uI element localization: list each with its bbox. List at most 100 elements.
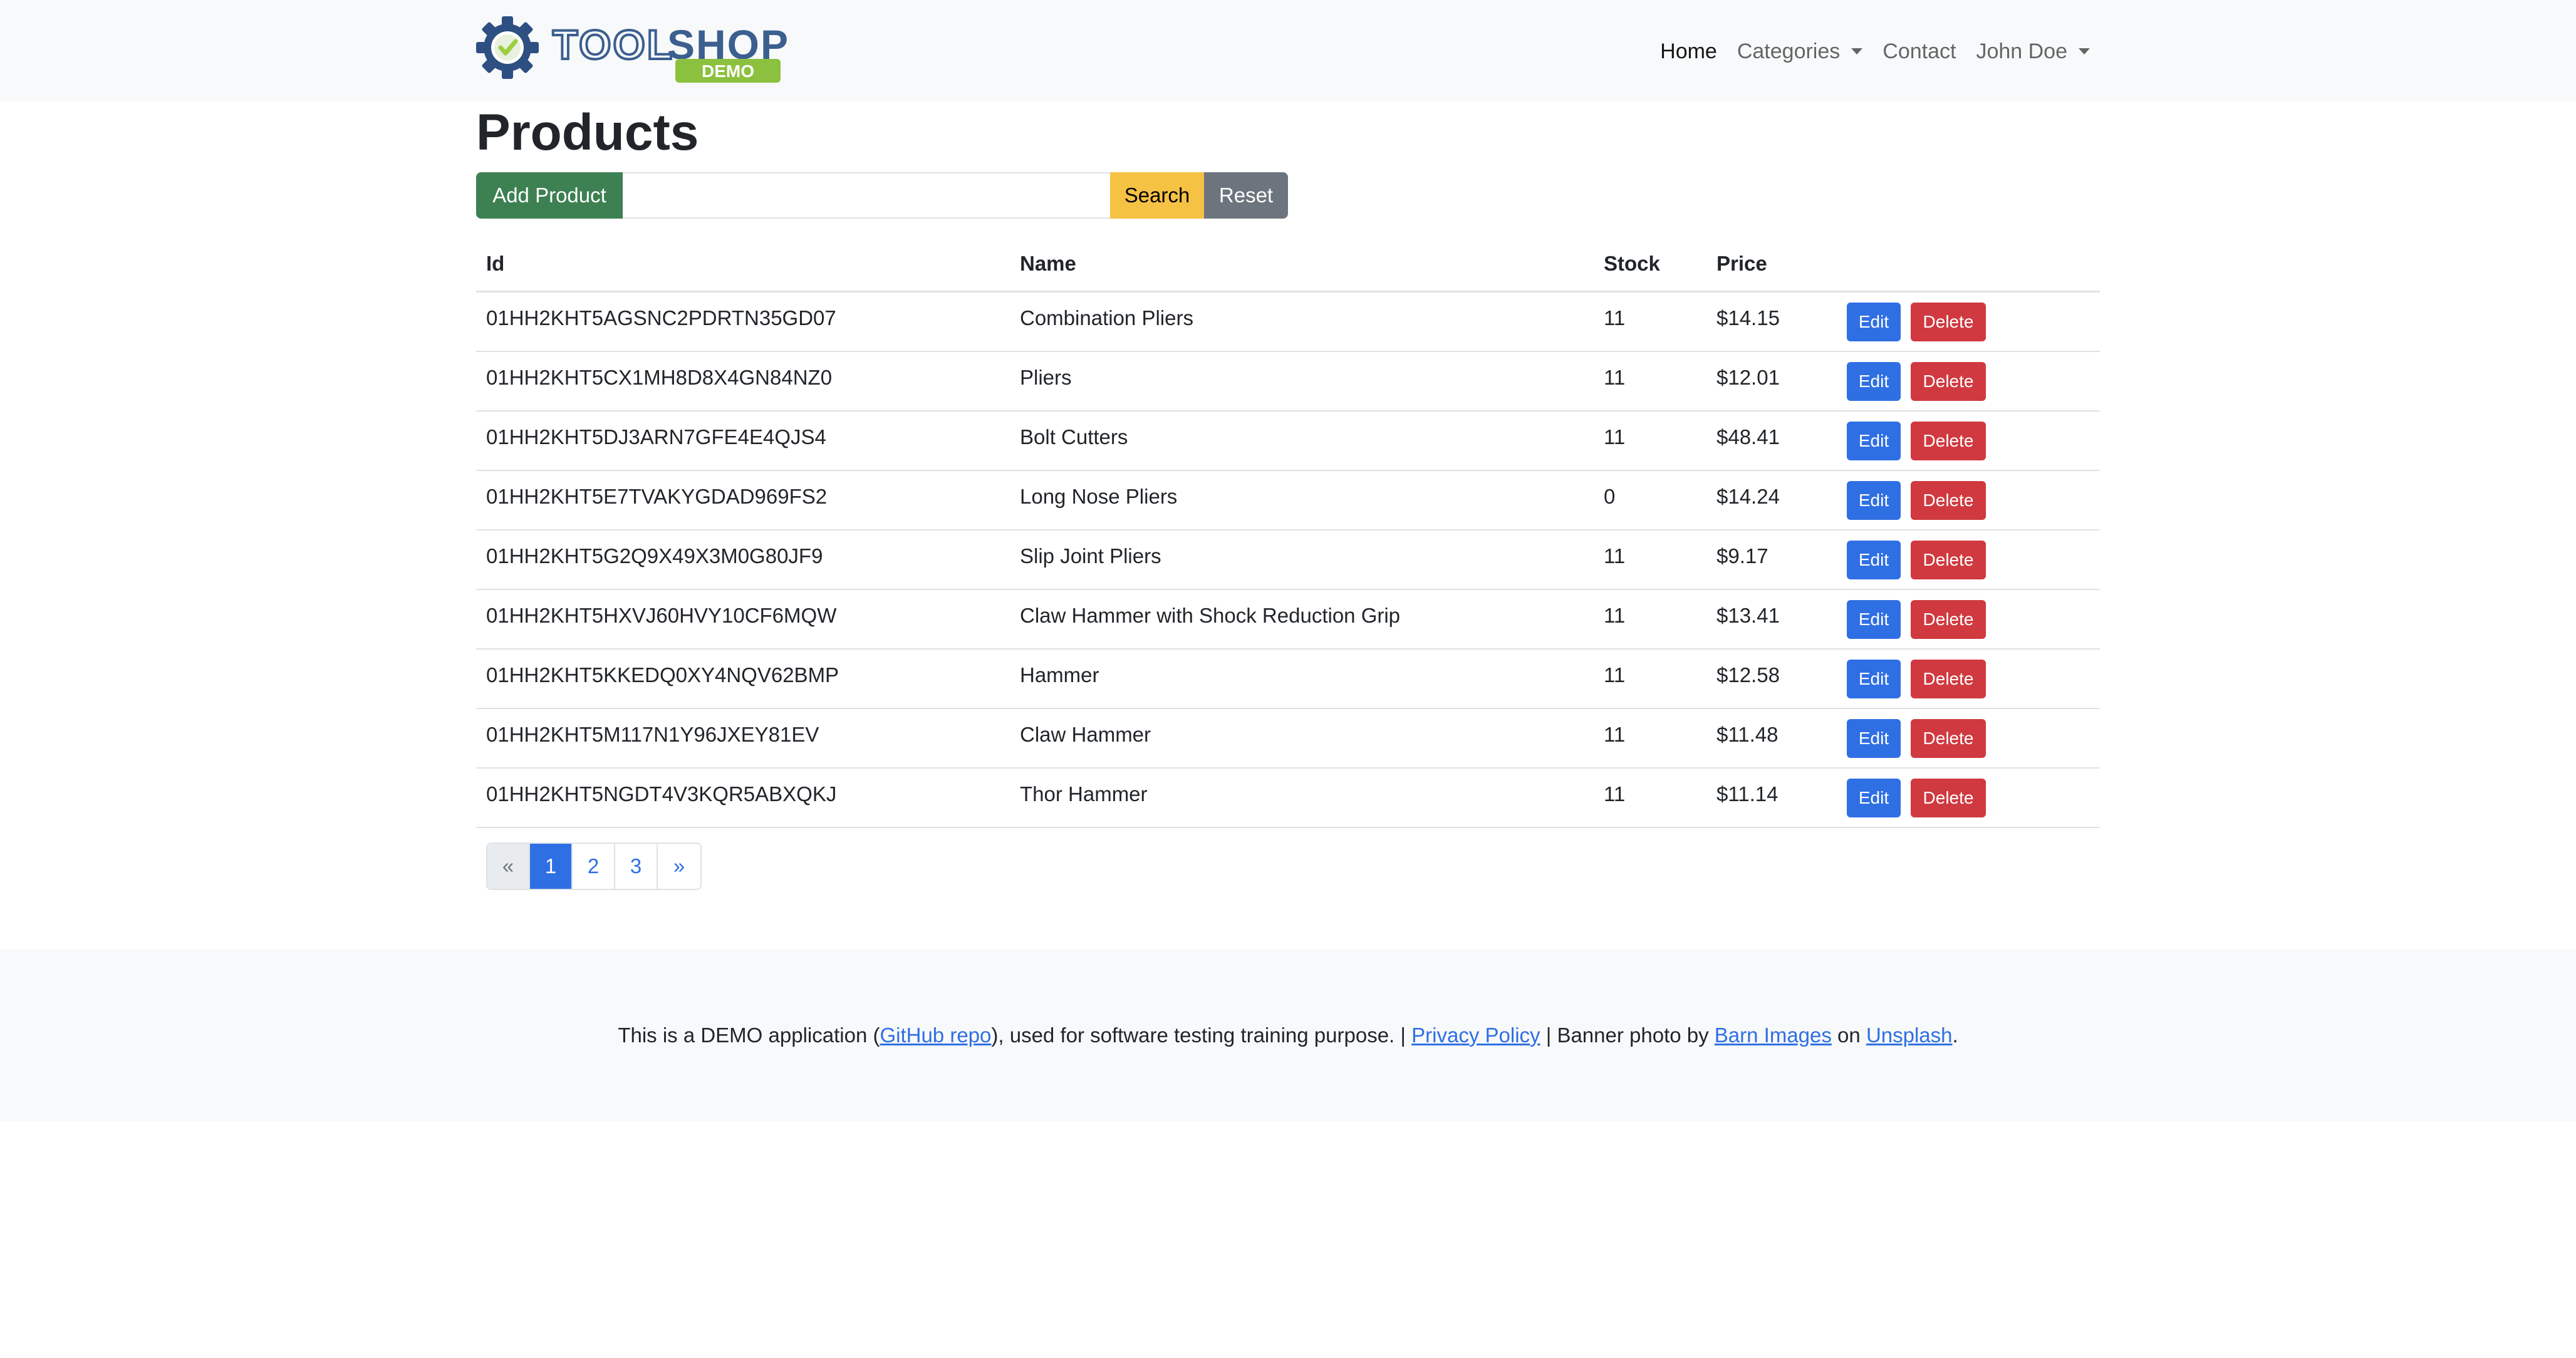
table-row: 01HH2KHT5CX1MH8D8X4GN84NZ0 Pliers 11 $12.01… (476, 351, 2100, 412)
pagination-page-1[interactable]: 1 (530, 844, 573, 889)
delete-button[interactable]: Delete (1911, 421, 1986, 460)
product-stock: 11 (1594, 708, 1706, 769)
search-button[interactable]: Search (1110, 172, 1204, 219)
chevron-down-icon (2079, 48, 2090, 54)
pagination-page-2[interactable]: 2 (573, 844, 615, 889)
product-id: 01HH2KHT5M117N1Y96JXEY81EV (476, 708, 1010, 769)
product-price: $13.41 (1706, 589, 1837, 650)
product-name: Thor Hammer (1010, 768, 1594, 828)
edit-button[interactable]: Edit (1847, 480, 1901, 520)
product-stock: 11 (1594, 351, 1706, 412)
edit-button[interactable]: Edit (1847, 659, 1901, 698)
delete-button[interactable]: Delete (1911, 361, 1986, 401)
product-name: Bolt Cutters (1010, 411, 1594, 471)
product-name: Slip Joint Pliers (1010, 530, 1594, 590)
product-actions: Edit Delete (1837, 649, 2100, 709)
header-id: Id (476, 237, 1010, 293)
edit-button[interactable]: Edit (1847, 540, 1901, 579)
table-row: 01HH2KHT5E7TVAKYGDAD969FS2 Long Nose Plie… (476, 470, 2100, 531)
nav-contact[interactable]: Contact (1883, 39, 1956, 64)
products-table: Id Name Stock Price 01HH2KHT5AGSNC2PDRTN… (476, 237, 2100, 828)
product-price: $12.01 (1706, 351, 1837, 412)
product-id: 01HH2KHT5G2Q9X49X3M0G80JF9 (476, 530, 1010, 590)
search-form: Add Product Search Reset (476, 172, 1288, 219)
navbar: TOOL SHOP DEMO Home Categories Contact J… (0, 0, 2576, 101)
page: TOOL SHOP DEMO Home Categories Contact J… (0, 0, 2576, 1358)
table-row: 01HH2KHT5M117N1Y96JXEY81EV Claw Hammer 11 $… (476, 708, 2100, 769)
product-stock: 11 (1594, 411, 1706, 471)
product-price: $14.15 (1706, 291, 1837, 352)
edit-button[interactable]: Edit (1847, 302, 1901, 341)
edit-button[interactable]: Edit (1847, 421, 1901, 460)
delete-button[interactable]: Delete (1911, 659, 1986, 698)
product-actions: Edit Delete (1837, 351, 2100, 412)
delete-button[interactable]: Delete (1911, 718, 1986, 758)
header-name: Name (1010, 237, 1594, 293)
product-actions: Edit Delete (1837, 470, 2100, 531)
product-name: Claw Hammer (1010, 708, 1594, 769)
add-product-button[interactable]: Add Product (476, 172, 623, 219)
product-stock: 0 (1594, 470, 1706, 531)
delete-button[interactable]: Delete (1911, 480, 1986, 520)
product-name: Long Nose Pliers (1010, 470, 1594, 531)
product-price: $9.17 (1706, 530, 1837, 590)
product-name: Claw Hammer with Shock Reduction Grip (1010, 589, 1594, 650)
delete-button[interactable]: Delete (1911, 778, 1986, 817)
product-id: 01HH2KHT5E7TVAKYGDAD969FS2 (476, 470, 1010, 531)
product-actions: Edit Delete (1837, 530, 2100, 590)
product-actions: Edit Delete (1837, 291, 2100, 352)
brand-badge-label: DEMO (702, 61, 754, 81)
brand-name-tool: TOOL (553, 21, 674, 68)
nav-menu: Home Categories Contact John Doe (1660, 33, 2090, 70)
barn-images-link[interactable]: Barn Images (1715, 1024, 1832, 1047)
table-row: 01HH2KHT5G2Q9X49X3M0G80JF9 Slip Joint Pli… (476, 530, 2100, 590)
delete-button[interactable]: Delete (1911, 302, 1986, 341)
pagination-next[interactable]: » (658, 844, 700, 889)
product-id: 01HH2KHT5DJ3ARN7GFE4E4QJS4 (476, 411, 1010, 471)
nav-home[interactable]: Home (1660, 39, 1717, 64)
table-row: 01HH2KHT5AGSNC2PDRTN35GD07 Combination Pl… (476, 291, 2100, 352)
unsplash-link[interactable]: Unsplash (1866, 1024, 1953, 1047)
product-id: 01HH2KHT5NGDT4V3KQR5ABXQKJ (476, 768, 1010, 828)
product-actions: Edit Delete (1837, 589, 2100, 650)
footer: This is a DEMO application (GitHub repo)… (0, 949, 2576, 1121)
product-name: Hammer (1010, 649, 1594, 709)
brand-logo[interactable]: TOOL SHOP DEMO (476, 15, 789, 85)
product-id: 01HH2KHT5CX1MH8D8X4GN84NZ0 (476, 351, 1010, 412)
product-id: 01HH2KHT5HXVJ60HVY10CF6MQW (476, 589, 1010, 650)
edit-button[interactable]: Edit (1847, 361, 1901, 401)
delete-button[interactable]: Delete (1911, 599, 1986, 639)
privacy-policy-link[interactable]: Privacy Policy (1411, 1024, 1540, 1047)
toolshop-logo: TOOL SHOP DEMO (476, 16, 788, 83)
header-stock: Stock (1594, 237, 1706, 293)
page-title: Products (476, 104, 699, 161)
edit-button[interactable]: Edit (1847, 718, 1901, 758)
product-price: $11.14 (1706, 768, 1837, 828)
table-row: 01HH2KHT5HXVJ60HVY10CF6MQW Claw Hammer wi… (476, 589, 2100, 650)
pagination-prev[interactable]: « (487, 844, 530, 889)
product-price: $12.58 (1706, 649, 1837, 709)
product-stock: 11 (1594, 530, 1706, 590)
table-row: 01HH2KHT5DJ3ARN7GFE4E4QJS4 Bolt Cutters 11… (476, 411, 2100, 471)
product-actions: Edit Delete (1837, 411, 2100, 471)
table-row: 01HH2KHT5NGDT4V3KQR5ABXQKJ Thor Hammer 11 $… (476, 768, 2100, 828)
edit-button[interactable]: Edit (1847, 599, 1901, 639)
search-input[interactable] (623, 172, 1110, 219)
github-repo-link[interactable]: GitHub repo (880, 1024, 991, 1047)
product-actions: Edit Delete (1837, 708, 2100, 769)
product-price: $11.48 (1706, 708, 1837, 769)
nav-categories-dropdown[interactable]: Categories (1737, 39, 1863, 64)
nav-user-dropdown[interactable]: John Doe (1976, 39, 2090, 64)
reset-button[interactable]: Reset (1204, 172, 1288, 219)
pagination-page-3[interactable]: 3 (615, 844, 658, 889)
product-id: 01HH2KHT5KKEDQ0XY4NQV62BMP (476, 649, 1010, 709)
product-price: $48.41 (1706, 411, 1837, 471)
footer-text: This is a DEMO application (GitHub repo)… (618, 1023, 1958, 1047)
product-stock: 11 (1594, 768, 1706, 828)
edit-button[interactable]: Edit (1847, 778, 1901, 817)
product-stock: 11 (1594, 589, 1706, 650)
product-stock: 11 (1594, 649, 1706, 709)
product-name: Pliers (1010, 351, 1594, 412)
delete-button[interactable]: Delete (1911, 540, 1986, 579)
product-stock: 11 (1594, 291, 1706, 352)
